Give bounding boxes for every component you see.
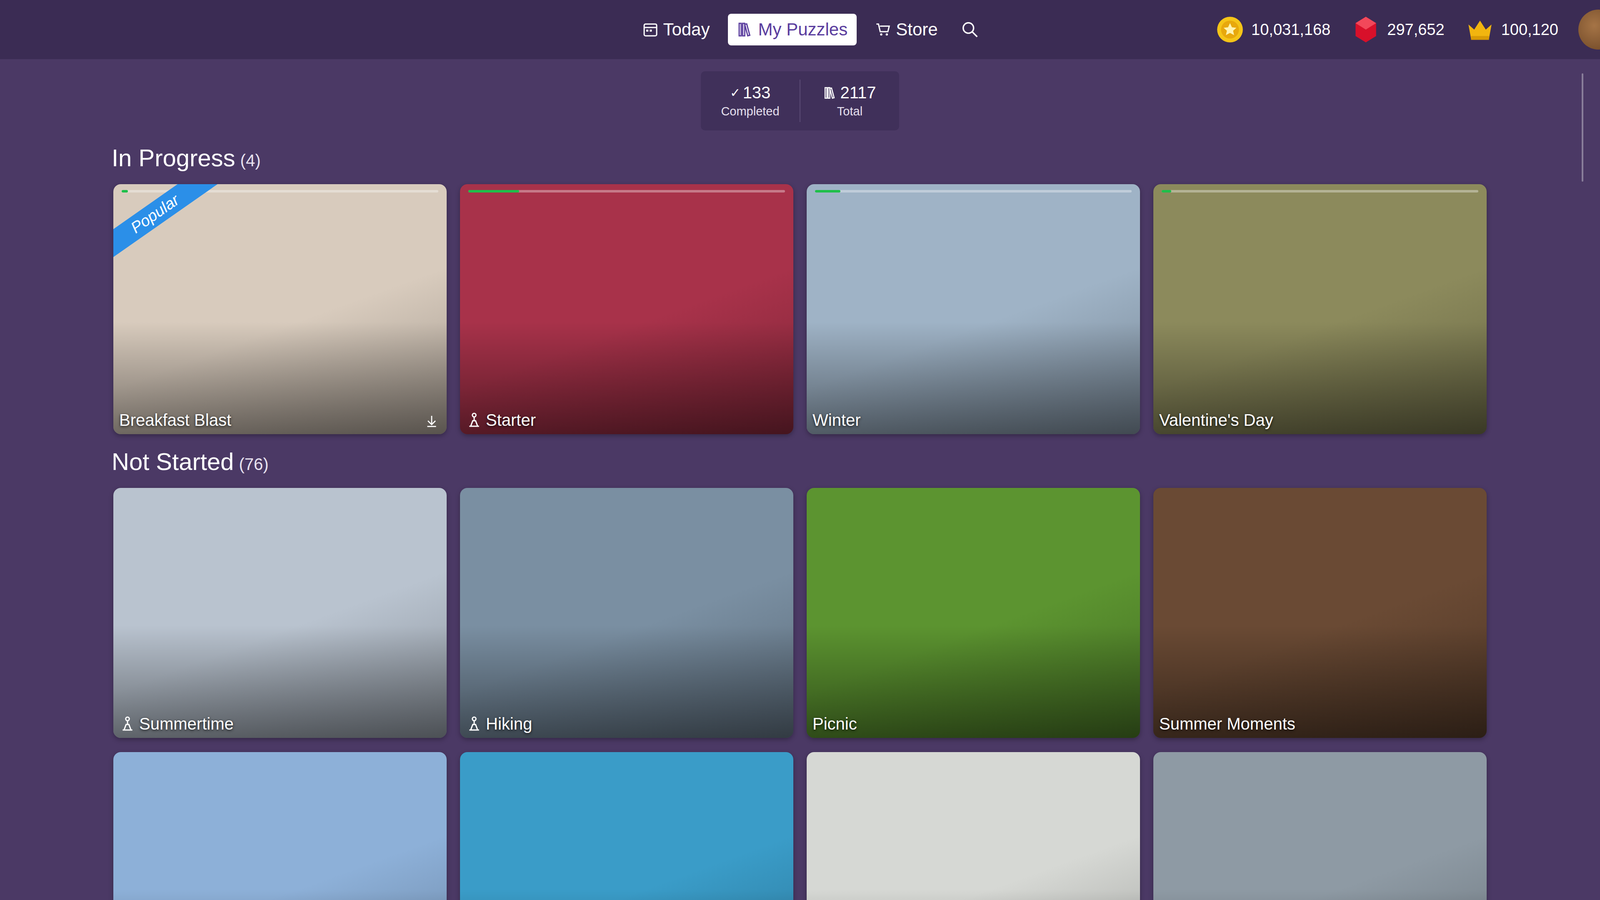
puzzle-card[interactable] [113, 752, 447, 900]
card-title: Summertime [119, 713, 418, 734]
search-icon[interactable] [960, 20, 980, 40]
nav-tab[interactable]: Store [865, 13, 947, 46]
progress-fill [815, 190, 841, 193]
puzzle-card[interactable]: Popular Breakfast Blast [113, 184, 447, 435]
figure-icon [465, 715, 483, 733]
download-icon [424, 413, 440, 429]
puzzle-card[interactable]: Valentine's Day [1153, 184, 1487, 435]
puzzle-card[interactable]: Winter [806, 184, 1140, 435]
ruby-icon [1350, 14, 1382, 45]
currency[interactable]: 100,120 [1464, 14, 1559, 45]
puzzle-card[interactable]: Summertime [113, 487, 447, 738]
stat-value: 2117 [823, 83, 876, 103]
stat-value: ✓133 [730, 83, 771, 103]
puzzle-card[interactable]: Picnic [806, 487, 1140, 738]
coin-icon [1214, 14, 1246, 45]
progress-fill [121, 190, 128, 193]
figure-icon [465, 411, 483, 429]
puzzle-card[interactable]: Starter [460, 184, 794, 435]
books-icon [737, 21, 754, 38]
currency-bar: 10,031,168 297,652 100,120 [1214, 9, 1600, 50]
scrollbar[interactable] [1581, 73, 1584, 182]
currency[interactable]: 297,652 [1350, 14, 1445, 45]
currency[interactable]: 10,031,168 [1214, 14, 1331, 45]
puzzle-card[interactable] [460, 752, 794, 900]
stats-panel: ✓133Completed2117Total [700, 71, 900, 131]
stat: 2117Total [799, 79, 900, 123]
top-bar: TodayMy PuzzlesStore 10,031,168 297,652 100… [0, 0, 1600, 60]
card-title: Picnic [812, 713, 1111, 734]
nav-tab[interactable]: My Puzzles [727, 13, 857, 46]
puzzle-grid: Summertime Hiking Picnic Summer Moments [113, 487, 1487, 900]
progress-fill [1161, 190, 1172, 193]
crown-icon [1464, 14, 1496, 45]
cart-icon [875, 21, 892, 38]
calendar-icon [642, 21, 659, 38]
puzzle-grid: Popular Breakfast Blast Starter Winter Valen… [113, 184, 1487, 435]
card-title: Hiking [465, 713, 765, 734]
nav-tab[interactable]: Today [632, 13, 719, 46]
card-title: Valentine's Day [1159, 410, 1458, 430]
card-title: Summer Moments [1159, 713, 1458, 734]
stat: ✓133Completed [700, 79, 800, 123]
progress-track [468, 190, 785, 193]
section-header: Not Started(76) [111, 447, 1487, 476]
puzzle-card[interactable] [1153, 752, 1487, 900]
progress-track [1161, 190, 1479, 193]
popular-ribbon: Popular [113, 184, 220, 265]
section-header: In Progress(4) [111, 143, 1487, 172]
puzzle-card[interactable]: Summer Moments [1153, 487, 1487, 738]
books-icon [823, 85, 838, 100]
card-title: Breakfast Blast [119, 410, 418, 430]
progress-track [815, 190, 1132, 193]
card-title: Winter [812, 410, 1111, 430]
card-title: Starter [465, 410, 765, 430]
avatar[interactable] [1578, 9, 1600, 50]
progress-fill [468, 190, 520, 193]
puzzle-card[interactable] [806, 752, 1140, 900]
puzzle-card[interactable]: Hiking [460, 487, 794, 738]
figure-icon [119, 715, 136, 733]
puzzle-list: In Progress(4) Popular Breakfast Blast Star… [113, 143, 1487, 900]
